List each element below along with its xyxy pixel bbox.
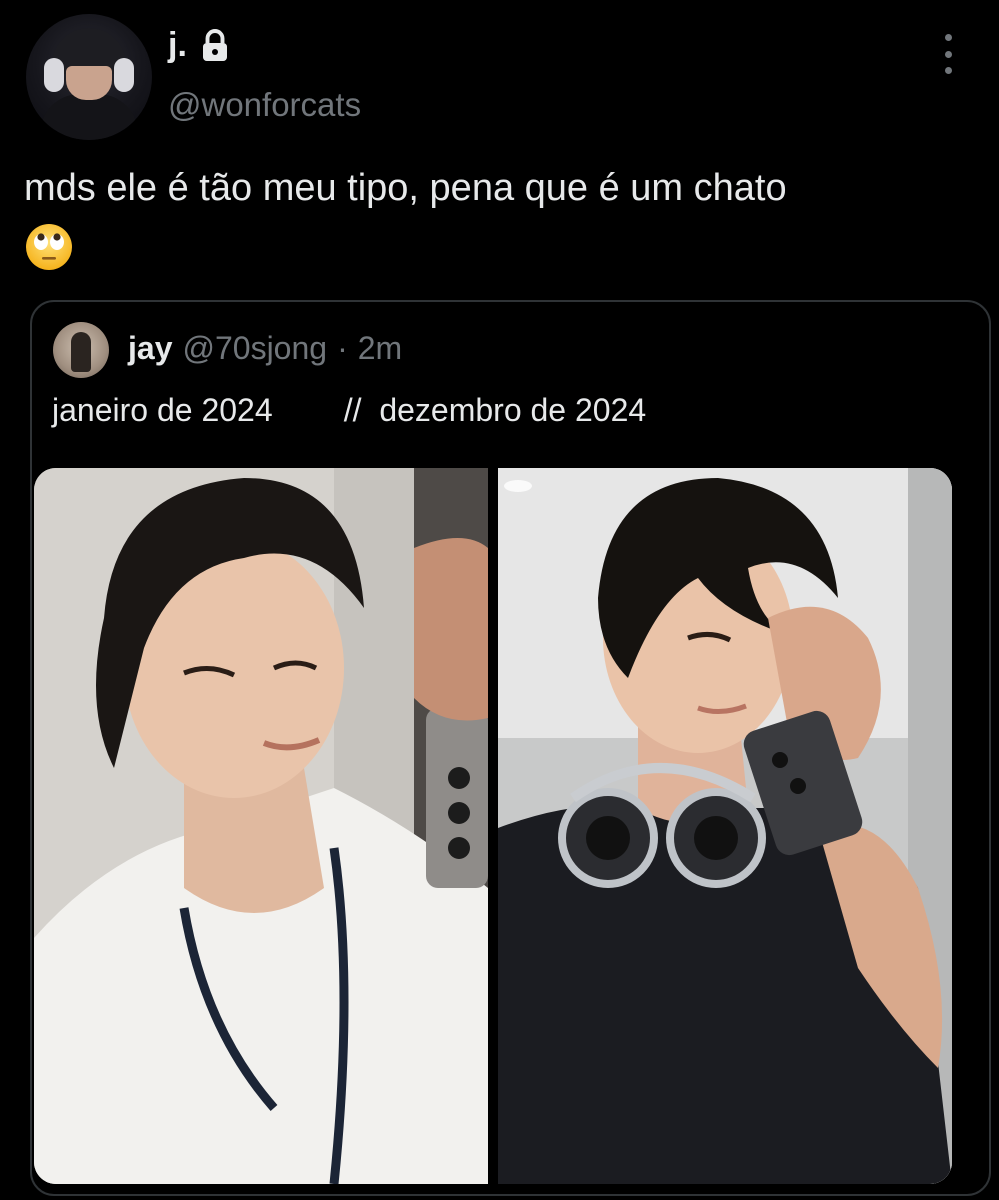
tweet-text: mds ele é tão meu tipo, pena que é um ch… bbox=[24, 167, 787, 209]
more-options-icon[interactable] bbox=[936, 34, 960, 74]
author-name-text: j. bbox=[168, 26, 187, 64]
quoted-timestamp[interactable]: 2m bbox=[358, 330, 402, 367]
quoted-author-handle[interactable]: @70sjong bbox=[182, 330, 327, 367]
quoted-tweet-text: janeiro de 2024 // dezembro de 2024 bbox=[52, 392, 647, 428]
quoted-tweet-header: jay @70sjong · 2m bbox=[128, 330, 402, 367]
tweet-page: j. @wonforcats mds ele é tão meu tipo, p… bbox=[0, 0, 999, 1200]
author-handle[interactable]: @wonforcats bbox=[168, 86, 361, 124]
lock-icon bbox=[202, 28, 227, 61]
author-avatar[interactable] bbox=[26, 14, 152, 140]
header-separator: · bbox=[337, 330, 348, 366]
mirror-selfie-left-illustration bbox=[34, 468, 488, 1184]
quoted-tweet-card[interactable]: jay @70sjong · 2m janeiro de 2024 // dez… bbox=[30, 300, 991, 1196]
mirror-selfie-right-illustration bbox=[498, 468, 952, 1184]
quoted-media-grid bbox=[34, 468, 952, 1184]
face-with-rolling-eyes-icon bbox=[26, 224, 72, 270]
photo-left[interactable] bbox=[34, 468, 488, 1184]
quoted-author-name[interactable]: jay bbox=[128, 330, 172, 367]
quoted-author-avatar[interactable] bbox=[53, 322, 109, 378]
author-display-name[interactable]: j. bbox=[168, 26, 233, 65]
photo-right[interactable] bbox=[498, 468, 952, 1184]
